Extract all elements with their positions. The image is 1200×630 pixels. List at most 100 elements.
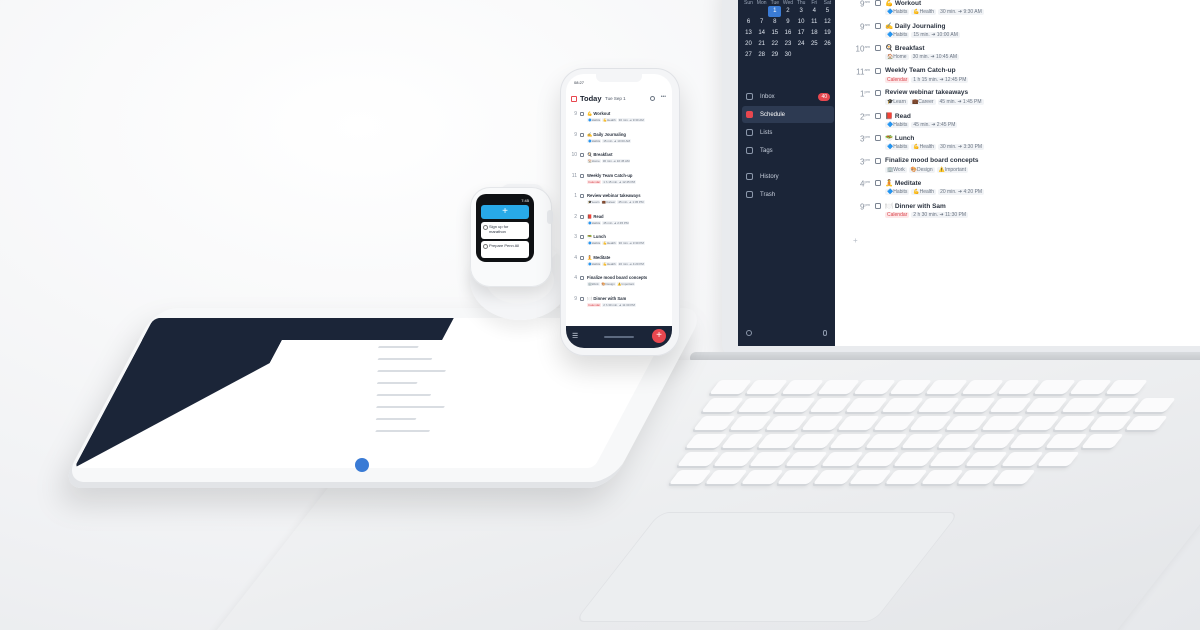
calendar-day[interactable]: 15 (768, 28, 781, 39)
settings-icon[interactable] (746, 330, 752, 336)
task-row[interactable]: 3 🥗 Lunch 🔷Habits 💪Health 30 min. ➜ 3:30 PM (568, 233, 668, 254)
task-row[interactable]: 9 ✍️ Daily Journaling 🔷Habits 15 min. ➜ 10:… (568, 131, 668, 152)
task-checkbox[interactable] (580, 296, 584, 301)
sidebar-item-schedule[interactable]: Schedule (742, 106, 834, 123)
task-row[interactable]: 10am 🍳 Breakfast 🏠Home 30 min. ➜ 10:45 AM (848, 43, 1198, 66)
more-icon[interactable]: ••• (661, 94, 666, 100)
task-row[interactable]: 11 Weekly Team Catch-up Calendar 1 h 15 min… (568, 172, 668, 193)
tablet-task-line (376, 406, 445, 408)
task-row[interactable]: 3pm 🥗 Lunch 🔷Habits 💪Health 30 min. ➜ 3:30 P… (848, 133, 1198, 156)
calendar-day[interactable]: 4 (808, 6, 821, 17)
task-row[interactable]: 4pm 🧘 Meditate 🔷Habits 💪Health 20 min. ➜ 4:2… (848, 178, 1198, 201)
calendar-day[interactable]: 12 (821, 17, 834, 28)
task-checkbox[interactable] (875, 112, 881, 119)
phone-screen: 08:27 Today Tue Sep 1 ••• 9 💪 Workout 🔷Hab… (566, 74, 672, 348)
task-checkbox[interactable] (580, 235, 584, 239)
task-tag: 🔷Habits (885, 121, 910, 128)
task-checkbox[interactable] (580, 214, 584, 219)
calendar-day[interactable]: 27 (742, 50, 755, 61)
calendar-day[interactable]: 5 (821, 6, 834, 17)
task-tag: 💪Health (602, 118, 617, 122)
calendar-day[interactable]: 8 (768, 17, 781, 28)
calendar-day[interactable]: 1 (768, 6, 782, 17)
watch-add-button[interactable]: + (481, 205, 529, 219)
task-row[interactable]: 9am ✍️ Daily Journaling 🔷Habits 15 min. ➜ 1… (848, 21, 1198, 44)
calendar-day[interactable]: 26 (821, 39, 834, 50)
tablet-add-button[interactable] (355, 458, 369, 472)
task-checkbox[interactable] (875, 180, 881, 186)
task-row[interactable]: 9am 💪 Workout 🔷Habits 💪Health 30 min. ➜ 9:30… (848, 0, 1198, 21)
calendar-day[interactable]: 20 (742, 39, 755, 50)
watch-crown[interactable] (547, 210, 553, 224)
task-checkbox[interactable] (580, 173, 584, 178)
calendar-day[interactable]: 6 (742, 17, 755, 28)
calendar-day[interactable]: 13 (742, 28, 755, 39)
menu-icon[interactable]: ☰ (572, 332, 578, 340)
calendar-day[interactable]: 10 (795, 17, 808, 28)
sidebar-item-lists[interactable]: Lists (742, 124, 834, 141)
calendar-day[interactable]: 21 (755, 39, 768, 50)
task-row[interactable]: 2 📕 Read 🔷Habits 45 min. ➜ 2:45 PM (568, 213, 668, 234)
tablet-task-line (377, 358, 433, 360)
task-checkbox[interactable] (580, 132, 584, 137)
task-checkbox[interactable] (875, 22, 881, 29)
calendar-day[interactable]: 9 (781, 17, 794, 28)
task-checkbox[interactable] (580, 194, 584, 198)
sidebar-item-trash[interactable]: Trash (742, 186, 834, 203)
task-checkbox[interactable] (875, 135, 881, 141)
keyboard-row (709, 380, 1200, 394)
calendar-day[interactable]: 22 (768, 39, 781, 50)
task-row[interactable]: 4 Finalize mood board concepts 🏢Work 🎨Desig… (568, 274, 668, 295)
task-row[interactable]: 2pm 📕 Read 🔷Habits 45 min. ➜ 2:45 PM (848, 111, 1198, 134)
calendar-day[interactable]: 30 (781, 50, 794, 61)
task-checkbox[interactable] (580, 112, 584, 116)
calendar-day[interactable]: 16 (781, 28, 794, 39)
task-row[interactable]: 9 🍽️ Dinner with Sam Calendar 2 h 30 min. ➜… (568, 295, 668, 316)
calendar-day[interactable]: 14 (755, 28, 768, 39)
calendar-day[interactable]: 3 (795, 6, 808, 17)
task-row[interactable]: 4 🧘 Meditate 🔷Habits 💪Health 20 min. ➜ 4:20 … (568, 254, 668, 275)
task-row[interactable]: 10 🍳 Breakfast 🏠Home 30 min. ➜ 10:45 AM (568, 151, 668, 172)
watch-task-card[interactable]: Sign up for marathon (481, 222, 529, 239)
calendar-day[interactable]: 23 (781, 39, 794, 50)
calendar-day[interactable]: 25 (808, 39, 821, 50)
calendar-day[interactable]: 19 (821, 28, 834, 39)
search-icon[interactable] (650, 96, 655, 101)
calendar-day[interactable]: 18 (808, 28, 821, 39)
task-checkbox[interactable] (875, 0, 881, 6)
sidebar-item-history[interactable]: History (742, 168, 834, 185)
keyboard-row (692, 416, 1182, 430)
calendar-day[interactable]: 29 (768, 50, 781, 61)
task-checkbox[interactable] (580, 153, 584, 157)
calendar-day[interactable]: 7 (755, 17, 768, 28)
task-checkbox[interactable] (580, 276, 584, 280)
calendar-day[interactable]: 2 (781, 6, 794, 17)
calendar-day[interactable]: 17 (795, 28, 808, 39)
task-row[interactable]: 9pm 🍽️ Dinner with Sam Calendar 2 h 30 min.… (848, 201, 1198, 224)
task-checkbox[interactable] (875, 157, 881, 164)
task-checkbox[interactable] (580, 255, 584, 260)
task-row[interactable]: 3pm Finalize mood board concepts 🏢Work 🎨Des… (848, 156, 1198, 179)
task-time: 10 (571, 152, 577, 158)
phone-add-button[interactable]: + (652, 329, 666, 343)
task-tag: 45 min. ➜ 2:45 PM (911, 121, 958, 128)
calendar-day[interactable]: 24 (795, 39, 808, 50)
task-row[interactable]: 1pm Review webinar takeaways 🎓Learn 💼Career… (848, 88, 1198, 111)
task-checkbox[interactable] (875, 67, 881, 74)
task-row[interactable]: 11am Weekly Team Catch-up Calendar 1 h 15 m… (848, 66, 1198, 89)
task-checkbox[interactable] (875, 90, 881, 96)
calendar-day[interactable]: 28 (755, 50, 768, 61)
task-meta: Calendar 1 h 15 min. ➜ 12:45 PM (587, 179, 637, 184)
sidebar-item-tags[interactable]: Tags (742, 142, 834, 159)
task-row[interactable]: 9 💪 Workout 🔷Habits 💪Health 30 min. ➜ 9:30 A… (568, 110, 668, 131)
sidebar-item-inbox[interactable]: Inbox 40 (742, 88, 834, 105)
add-task-plus-icon[interactable]: + (853, 236, 858, 245)
watch-task-card[interactable]: Prepare Penn All (481, 241, 529, 258)
help-icon[interactable] (823, 330, 827, 336)
task-row[interactable]: 1 Review webinar takeaways 🎓Learn 💼Career 45… (568, 192, 668, 213)
calendar-day[interactable]: 11 (808, 17, 821, 28)
task-tag: 🔷Habits (587, 220, 602, 225)
task-tag: 🎨Design (908, 166, 935, 173)
task-checkbox[interactable] (875, 202, 881, 209)
task-checkbox[interactable] (875, 45, 881, 51)
